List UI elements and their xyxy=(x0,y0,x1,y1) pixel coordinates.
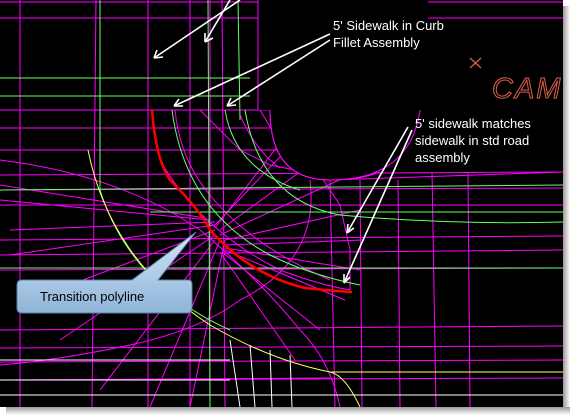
x-marker-icon xyxy=(469,57,482,69)
cad-drawing-canvas[interactable]: CAM 5' Sidewalk in Curb Fillet Assembly … xyxy=(0,0,563,407)
std-road-annotation-line1: 5' sidewalk matches xyxy=(415,116,531,131)
drop-shadow-right xyxy=(563,6,570,415)
std-road-annotation-line3: assembly xyxy=(415,150,470,165)
curb-fillet-annotation-line2: Fillet Assembly xyxy=(333,35,420,50)
callout-label: Transition polyline xyxy=(40,289,144,304)
cam-label: CAM xyxy=(492,73,562,105)
cad-drawing: CAM 5' Sidewalk in Curb Fillet Assembly … xyxy=(0,0,563,407)
transition-polyline-callout: Transition polyline xyxy=(16,231,197,314)
drop-shadow-bottom xyxy=(6,407,570,415)
screenshot-frame: CAM 5' Sidewalk in Curb Fillet Assembly … xyxy=(0,0,570,415)
curb-fillet-annotation-line1: 5' Sidewalk in Curb xyxy=(333,18,444,33)
white-linework xyxy=(0,339,563,407)
std-road-annotation-line2: sidewalk in std road xyxy=(415,133,529,148)
